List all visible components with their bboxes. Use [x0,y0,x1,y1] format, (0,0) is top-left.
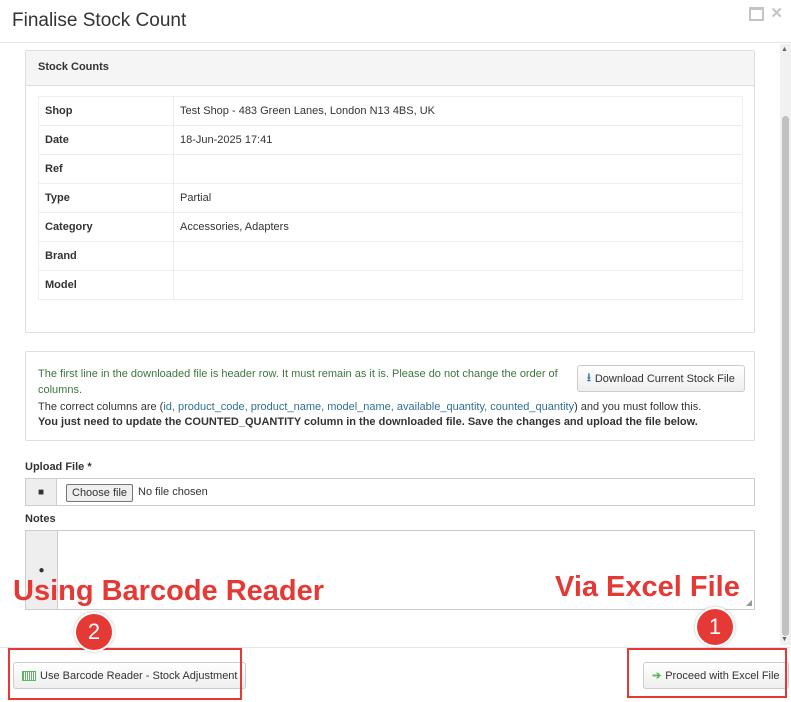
table-row: Type Partial [38,183,743,213]
table-row: Date 18-Jun-2025 17:41 [38,125,743,155]
row-value [173,154,743,184]
row-label: Shop [38,96,174,126]
upload-instructions: The first line in the downloaded file is… [25,351,755,441]
column-instructions: The correct columns are (id, product_cod… [38,400,701,414]
header-row-notice: The first line in the downloaded file is… [38,368,558,396]
row-label: Date [38,125,174,155]
scroll-down-icon[interactable]: ▼ [781,636,788,643]
row-label: Type [38,183,174,213]
stock-counts-panel: Stock Counts Shop Test Shop - 483 Green L… [25,50,755,333]
download-button-label: Download Current Stock File [594,372,735,385]
download-icon: ⭳ [587,372,591,384]
table-row: Model [38,270,743,300]
scroll-up-icon[interactable]: ▲ [781,46,788,53]
barcode-annotation: Using Barcode Reader [13,575,325,607]
step-2-badge: 2 [76,614,112,650]
row-value: 18-Jun-2025 17:41 [173,125,743,155]
step-1-badge: 1 [697,609,733,645]
row-label: Ref [38,154,174,184]
close-icon[interactable]: ✕ [770,4,783,22]
row-label: Model [38,270,174,300]
scrollbar[interactable]: ▲ ▼ [780,44,791,645]
columns-suffix: ) and you must follow this. [574,401,702,413]
file-icon: ■ [26,479,57,505]
resize-handle-icon[interactable]: ◢ [746,598,752,607]
upload-file-label: Upload File * [25,461,92,473]
row-value: Accessories, Adapters [173,212,743,242]
barcode-highlight-box [8,648,242,700]
row-value: Partial [173,183,743,213]
column-list: id, product_code, product_name, model_na… [163,401,575,413]
table-row: Shop Test Shop - 483 Green Lanes, London … [38,96,743,126]
stock-count-details-table: Shop Test Shop - 483 Green Lanes, London … [38,96,743,300]
choose-file-button[interactable]: Choose file [66,484,134,502]
modal-body: Stock Counts Shop Test Shop - 483 Green L… [0,44,780,645]
modal-header: Finalise Stock Count ✕ [0,0,791,43]
maximize-icon[interactable] [749,7,765,21]
file-status: No file chosen [138,486,208,498]
table-row: Ref [38,154,743,184]
table-row: Category Accessories, Adapters [38,212,743,242]
row-label: Category [38,212,174,242]
update-instructions: You just need to update the COUNTED_QUAN… [38,416,698,428]
row-value: Test Shop - 483 Green Lanes, London N13 … [173,96,743,126]
notes-label: Notes [25,513,56,525]
scroll-thumb[interactable] [782,116,789,636]
columns-prefix: The correct columns are ( [38,401,164,413]
row-label: Brand [38,241,174,271]
row-value [173,241,743,271]
window-controls: ✕ [749,4,783,22]
row-value [173,270,743,300]
upload-file-field: ■ Choose file No file chosen [25,478,755,506]
panel-heading: Stock Counts [26,51,754,86]
download-stock-file-button[interactable]: ⭳ Download Current Stock File [577,365,745,392]
excel-annotation: Via Excel File [555,571,740,603]
modal-title: Finalise Stock Count [12,10,187,31]
excel-highlight-box [627,648,787,698]
table-row: Brand [38,241,743,271]
